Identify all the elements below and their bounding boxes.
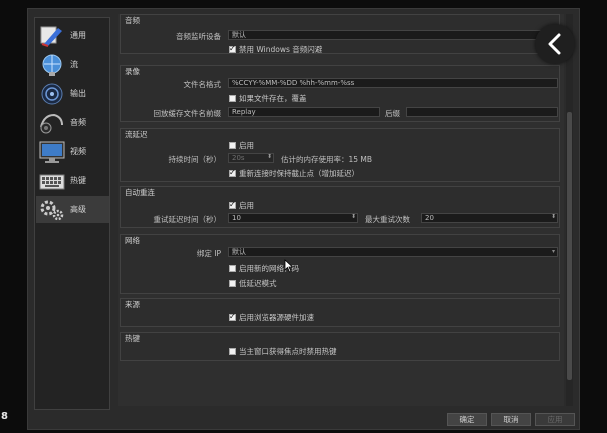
spin-arrows-icon: ⬍: [550, 213, 556, 220]
network-group: 网络 绑定 IP 默认 ▾ 启用新的网络代码 低延迟模式: [120, 234, 560, 294]
network-group-title: 网络: [125, 236, 140, 245]
monitor-device-select[interactable]: 默认▾: [228, 30, 558, 40]
recording-group-title: 录像: [125, 67, 140, 76]
replay-prefix-input[interactable]: Replay: [228, 107, 380, 117]
retry-delay-spinbox[interactable]: 10 ⬍: [228, 213, 358, 223]
audio-group: 音频 音频监听设备 默认▾ 禁用 Windows 音频闪避: [120, 14, 560, 54]
general-icon: [38, 24, 66, 48]
max-retries-label: 最大重试次数: [365, 215, 410, 224]
disable-ducking-checkbox[interactable]: 禁用 Windows 音频闪避: [229, 44, 322, 55]
sidebar-item-hotkeys[interactable]: 热键: [36, 167, 109, 194]
suffix-input[interactable]: [406, 107, 558, 117]
stream-delay-enable-checkbox[interactable]: 启用: [229, 140, 254, 151]
sidebar-item-label: 高级: [70, 205, 86, 214]
content-scrollbar[interactable]: [566, 14, 573, 406]
back-button[interactable]: [535, 24, 575, 64]
duration-spinbox[interactable]: 20s ⬍: [228, 153, 274, 163]
cancel-button[interactable]: 取消: [491, 413, 531, 426]
browser-hw-accel-checkbox[interactable]: 启用浏览器源硬件加速: [229, 312, 314, 323]
replay-prefix-label: 回放缓存文件名前缀: [153, 109, 222, 118]
bind-ip-label: 绑定 IP: [196, 249, 221, 258]
audio-icon: [38, 111, 66, 135]
overwrite-checkbox[interactable]: 如果文件存在，覆盖: [229, 93, 307, 104]
stream-icon: [38, 53, 66, 77]
sidebar-item-label: 视频: [70, 147, 86, 156]
scrollbar-thumb[interactable]: [567, 112, 572, 380]
checkbox-box: [229, 265, 236, 272]
low-latency-checkbox[interactable]: 低延迟模式: [229, 278, 277, 289]
sidebar-item-audio[interactable]: 音频: [36, 109, 109, 136]
hotkeys-group: 热键 当主窗口获得焦点时禁用热键: [120, 332, 560, 361]
sidebar-item-advanced[interactable]: 高级: [36, 196, 109, 223]
checkbox-box: [229, 312, 236, 321]
sidebar-item-output[interactable]: 输出: [36, 80, 109, 107]
auto-reconnect-group: 自动重连 启用 重试延迟时间（秒） 10⬍ 最大重试次数 20⬍: [120, 186, 560, 228]
audio-group-title: 音频: [125, 16, 140, 25]
sidebar-item-video[interactable]: 视频: [36, 138, 109, 165]
disable-hotkeys-unfocused-checkbox[interactable]: 当主窗口获得焦点时禁用热键: [229, 346, 337, 357]
chevron-left-icon: [548, 33, 561, 55]
checkbox-box: [229, 142, 236, 149]
sidebar-item-label: 流: [70, 60, 78, 69]
checkbox-box: [229, 280, 236, 287]
apply-button[interactable]: 应用: [535, 413, 575, 426]
mouse-cursor-icon: [284, 259, 294, 273]
hotkeys-group-title: 热键: [125, 334, 140, 343]
checkbox-box: [229, 95, 236, 102]
sidebar-item-general[interactable]: 通用: [36, 22, 109, 49]
corner-label: 8: [1, 411, 8, 422]
sidebar-item-label: 输出: [70, 89, 86, 98]
hotkeys-icon: [38, 169, 66, 193]
checkbox-box: [229, 44, 236, 53]
filename-format-label: 文件名格式: [183, 80, 222, 89]
sidebar-item-label: 音频: [70, 118, 86, 127]
ok-button[interactable]: 确定: [447, 413, 487, 426]
filename-format-input[interactable]: %CCYY-%MM-%DD %hh-%mm-%ss: [228, 78, 558, 88]
chevron-down-icon: ▾: [551, 248, 555, 255]
memory-estimate-text: 估计的内存使用率：15 MB: [281, 155, 373, 164]
sidebar-item-label: 热键: [70, 176, 86, 185]
output-icon: [38, 82, 66, 106]
advanced-settings-panel: 音频 音频监听设备 默认▾ 禁用 Windows 音频闪避 录像 文件名格式 %…: [118, 14, 564, 406]
checkbox-box: [229, 200, 236, 209]
duration-label: 持续时间（秒）: [168, 155, 222, 164]
checkbox-box: [229, 348, 236, 355]
sidebar-item-stream[interactable]: 流: [36, 51, 109, 78]
monitor-device-label: 音频监听设备: [176, 32, 221, 41]
settings-sidebar: 通用 流 输出 音频 视频 热键 高级: [34, 17, 110, 410]
auto-reconnect-group-title: 自动重连: [125, 188, 155, 197]
max-retries-spinbox[interactable]: 20 ⬍: [421, 213, 558, 223]
preserve-cutoff-checkbox[interactable]: 重新连接时保持截止点（增加延迟）: [229, 168, 359, 179]
stream-delay-group-title: 流延迟: [125, 130, 148, 139]
auto-reconnect-enable-checkbox[interactable]: 启用: [229, 200, 254, 211]
sidebar-item-label: 通用: [70, 31, 86, 40]
checkbox-box: [229, 168, 236, 177]
spin-arrows-icon: ⬍: [350, 213, 356, 220]
advanced-icon: [38, 198, 66, 222]
retry-delay-label: 重试延迟时间（秒）: [153, 215, 222, 224]
suffix-label: 后缀: [385, 109, 400, 118]
sources-group-title: 来源: [125, 300, 140, 309]
recording-group: 录像 文件名格式 %CCYY-%MM-%DD %hh-%mm-%ss 如果文件存…: [120, 65, 560, 122]
sources-group: 来源 启用浏览器源硬件加速: [120, 298, 560, 327]
bind-ip-select[interactable]: 默认 ▾: [228, 247, 558, 257]
video-icon: [38, 140, 66, 164]
stream-delay-group: 流延迟 启用 持续时间（秒） 20s⬍ 估计的内存使用率：15 MB 重新连接时…: [120, 128, 560, 182]
spin-arrows-icon: ⬍: [266, 153, 272, 160]
